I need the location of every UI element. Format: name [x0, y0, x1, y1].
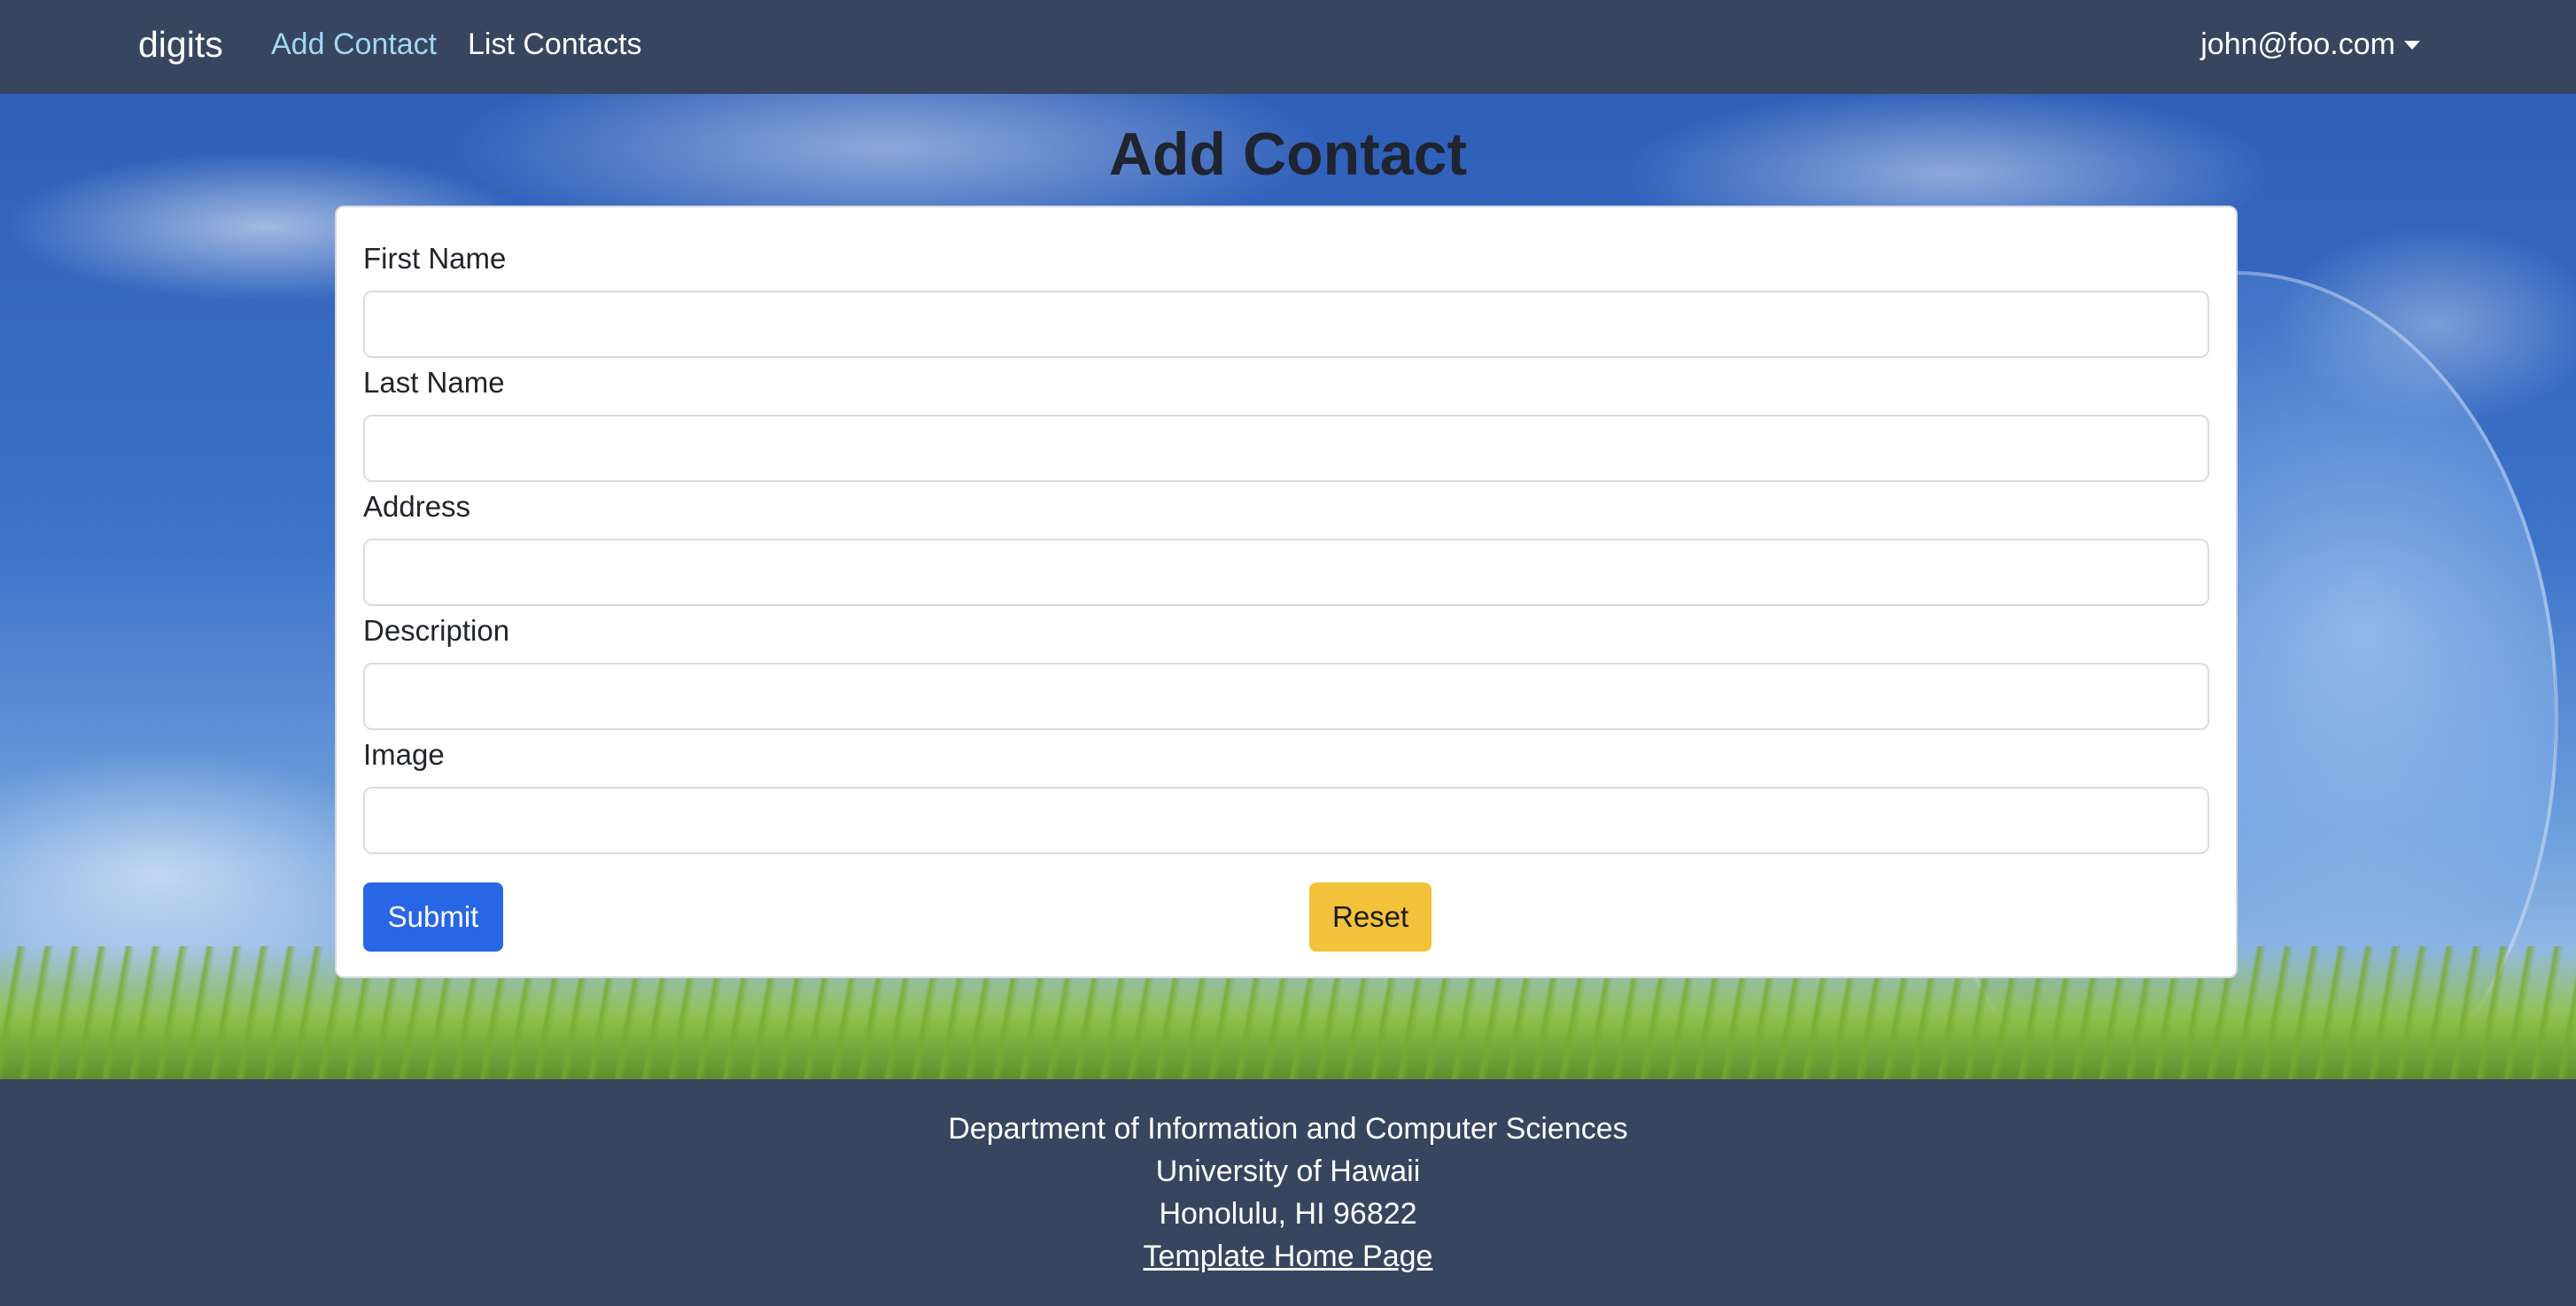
footer-university: University of Hawaii [1155, 1154, 1421, 1188]
footer-link-row: Template Home Page [0, 1237, 2576, 1276]
nav-add-contact[interactable]: Add Contact [271, 25, 437, 64]
footer-address: Honolulu, HI 96822 [1159, 1197, 1417, 1231]
first-name-label: First Name [363, 242, 507, 275]
footer-department: Department of Information and Computer S… [948, 1112, 1628, 1146]
image-input[interactable] [363, 787, 2209, 854]
last-name-input[interactable] [363, 415, 2209, 482]
template-home-link[interactable]: Template Home Page [1144, 1240, 1433, 1273]
reset-button[interactable]: Reset [1309, 882, 1432, 952]
page-title: Add Contact [1108, 120, 1468, 188]
user-dropdown[interactable]: john@foo.com [2200, 25, 2420, 64]
address-input[interactable] [363, 539, 2209, 606]
footer: Department of Information and Computer S… [0, 1079, 2576, 1306]
submit-button[interactable]: Submit [363, 882, 503, 952]
nav-list-contacts[interactable]: List Contacts [468, 25, 642, 64]
brand-link[interactable]: digits [138, 21, 223, 67]
image-label: Image [363, 738, 445, 771]
caret-down-icon [2404, 41, 2420, 50]
description-input[interactable] [363, 663, 2209, 730]
address-label: Address [363, 490, 471, 523]
top-navbar: digits Add Contact List Contacts john@fo… [0, 0, 2576, 94]
last-name-label: Last Name [363, 366, 505, 399]
description-label: Description [363, 614, 510, 647]
first-name-input[interactable] [363, 291, 2209, 358]
add-contact-form: First Name Last Name Address Description… [335, 206, 2238, 978]
user-email: john@foo.com [2200, 27, 2395, 61]
